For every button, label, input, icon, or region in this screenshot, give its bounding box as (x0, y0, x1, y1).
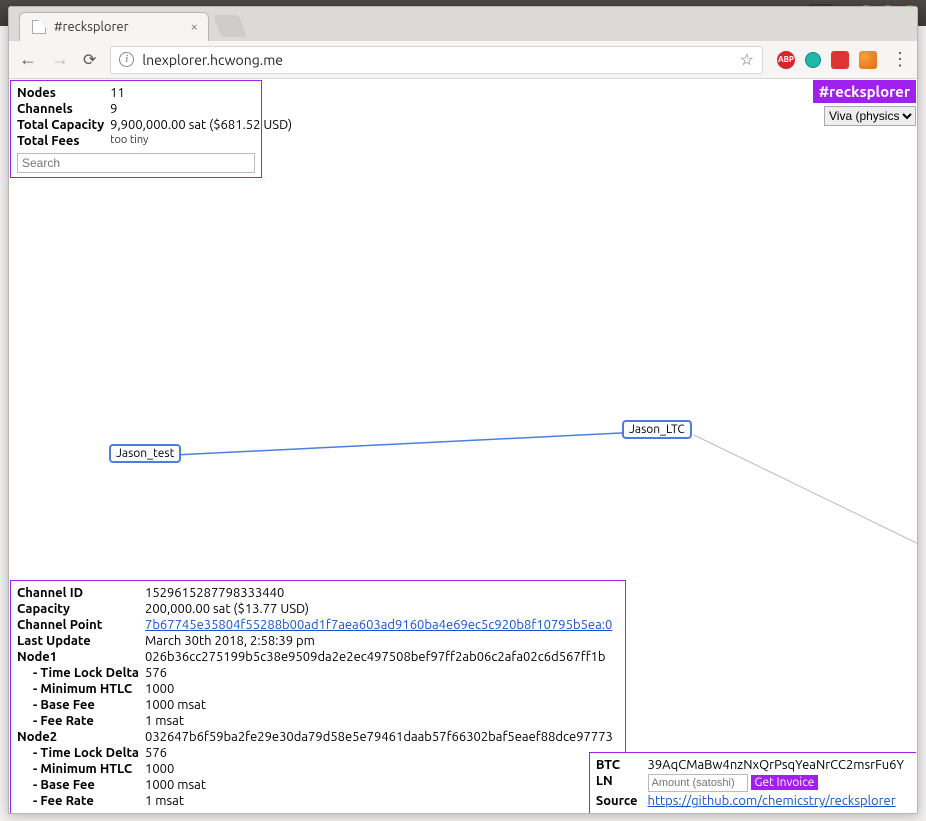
forward-button[interactable]: → (51, 49, 69, 70)
tab-close-icon[interactable]: × (191, 20, 198, 34)
node2-tld-label: - Time Lock Delta (17, 745, 145, 761)
site-info-icon[interactable]: i (119, 52, 134, 67)
node2-tld-value: 576 (145, 745, 619, 761)
node2-value: 032647b6f59ba2fe29e30da79d58e5e79461daab… (145, 729, 619, 745)
channel-id-label: Channel ID (17, 585, 145, 601)
channel-details-panel: Channel ID 1529615287798333440 Capacity … (10, 580, 626, 813)
node2-frate-label: - Fee Rate (17, 793, 145, 809)
extension-abp-icon[interactable]: ABP (777, 51, 795, 69)
graph-node-a[interactable]: Jason_test (109, 444, 181, 463)
extension-teal-icon[interactable] (805, 52, 821, 68)
source-link[interactable]: https://github.com/chemicstry/recksplore… (648, 794, 896, 808)
app-title: #recksplorer (813, 80, 916, 103)
node2-frate-value: 1 msat (145, 793, 619, 809)
node1-frate-value: 1 msat (145, 713, 619, 729)
channel-point-label: Channel Point (17, 617, 145, 633)
stats-capacity-value: 9,900,000.00 sat ($681.52 USD) (110, 117, 298, 133)
node1-mhtlc-label: - Minimum HTLC (17, 681, 145, 697)
donate-panel: BTC 39AqCMaBw4nzNxQrPsqYeaNrCC2msrFu6Y L… (589, 752, 916, 813)
graph-node-b[interactable]: Jason_LTC (622, 420, 692, 439)
tab-strip: #recksplorer × (9, 7, 917, 41)
node1-tld-label: - Time Lock Delta (17, 665, 145, 681)
node2-label: Node2 (17, 729, 145, 745)
stats-nodes-label: Nodes (17, 85, 110, 101)
page-icon (32, 20, 46, 34)
last-update-label: Last Update (17, 633, 145, 649)
extension-red-icon[interactable] (831, 51, 849, 69)
back-button[interactable]: ← (19, 49, 37, 70)
stats-fees-value: too tiny (110, 133, 298, 149)
donate-ln-label: LN (596, 773, 648, 793)
node1-tld-value: 576 (145, 665, 619, 681)
search-input[interactable] (17, 153, 255, 173)
extension-fox-icon[interactable] (859, 51, 877, 69)
ln-amount-input[interactable] (648, 774, 748, 792)
reload-button[interactable]: ⟳ (83, 50, 96, 69)
node2-mhtlc-value: 1000 (145, 761, 619, 777)
donate-source-label: Source (596, 793, 648, 809)
address-bar[interactable]: i lnexplorer.hcwong.me ☆ (110, 46, 763, 74)
node1-value: 026b36cc275199b5c38e9509da2e2ec497508bef… (145, 649, 619, 665)
capacity-label: Capacity (17, 601, 145, 617)
node1-bfee-label: - Base Fee (17, 697, 145, 713)
node2-bfee-label: - Base Fee (17, 777, 145, 793)
node1-label: Node1 (17, 649, 145, 665)
last-update-value: March 30th 2018, 2:58:39 pm (145, 633, 619, 649)
stats-fees-label: Total Fees (17, 133, 110, 149)
new-tab-button[interactable] (213, 15, 247, 37)
node1-mhtlc-value: 1000 (145, 681, 619, 697)
node1-bfee-value: 1000 msat (145, 697, 619, 713)
tab-title: #recksplorer (54, 20, 129, 34)
donate-btc-label: BTC (596, 757, 648, 773)
stats-panel: Nodes 11 Channels 9 Total Capacity 9,900… (10, 80, 262, 178)
stats-nodes-value: 11 (110, 85, 298, 101)
stats-channels-value: 9 (110, 101, 298, 117)
brand-panel: #recksplorer Viva (physics) (813, 80, 916, 126)
stats-channels-label: Channels (17, 101, 110, 117)
node1-frate-label: - Fee Rate (17, 713, 145, 729)
stats-capacity-label: Total Capacity (17, 117, 110, 133)
bookmark-star-icon[interactable]: ☆ (740, 50, 754, 69)
layout-select[interactable]: Viva (physics) (824, 106, 916, 126)
get-invoice-button[interactable]: Get Invoice (751, 775, 819, 790)
donate-btc-value: 39AqCMaBw4nzNxQrPsqYeaNrCC2msrFu6Y (648, 757, 910, 773)
browser-tab[interactable]: #recksplorer × (19, 12, 209, 41)
channel-id-value: 1529615287798333440 (145, 585, 619, 601)
browser-menu-icon[interactable]: ⋮ (891, 49, 907, 70)
capacity-value: 200,000.00 sat ($13.77 USD) (145, 601, 619, 617)
node2-bfee-value: 1000 msat (145, 777, 619, 793)
node2-mhtlc-label: - Minimum HTLC (17, 761, 145, 777)
channel-point-link[interactable]: 7b67745e35804f55288b00ad1f7aea603ad9160b… (145, 618, 612, 632)
url-text: lnexplorer.hcwong.me (142, 52, 283, 68)
